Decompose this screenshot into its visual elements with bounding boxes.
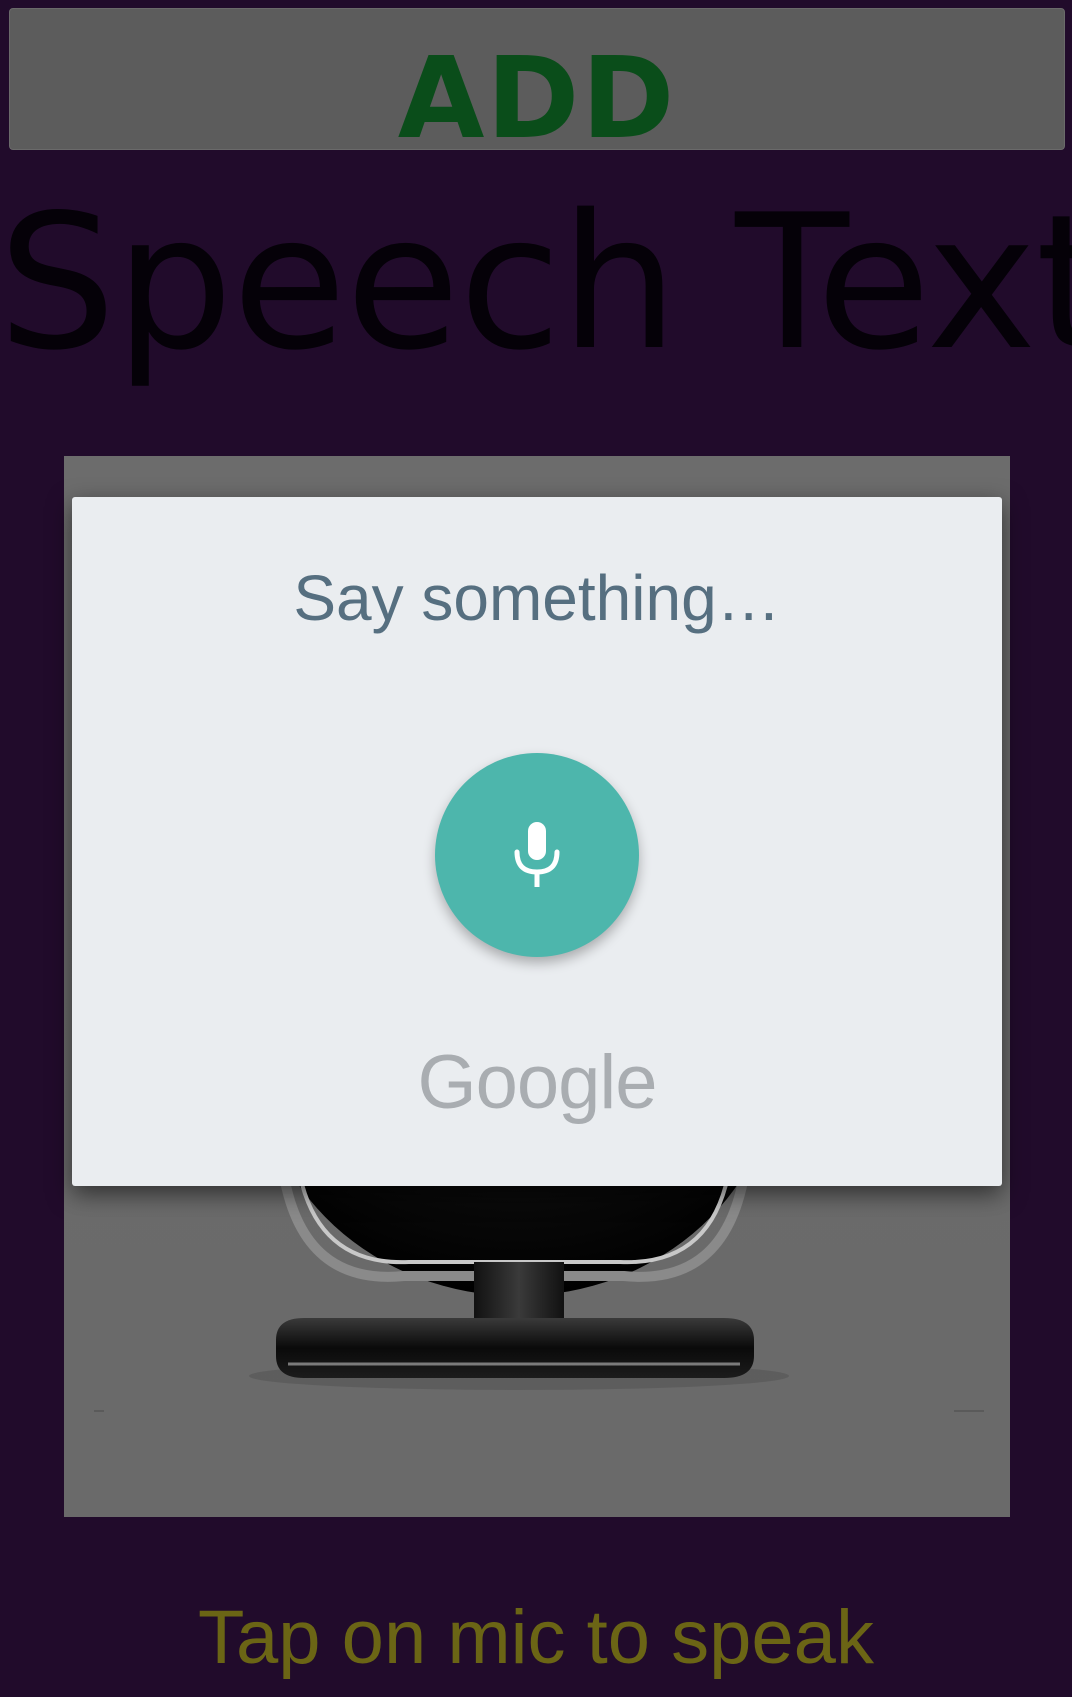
dialog-prompt: Say something… (293, 562, 781, 634)
app-screen: ADD Speech Text Say something… Google Ta… (0, 0, 1072, 1697)
google-logo: Google (417, 1040, 657, 1125)
mic-icon (514, 822, 560, 887)
mic-button[interactable] (435, 753, 639, 957)
voice-input-dialog: Say something… Google (72, 497, 1002, 1186)
tap-mic-hint: Tap on mic to speak (198, 1595, 874, 1680)
